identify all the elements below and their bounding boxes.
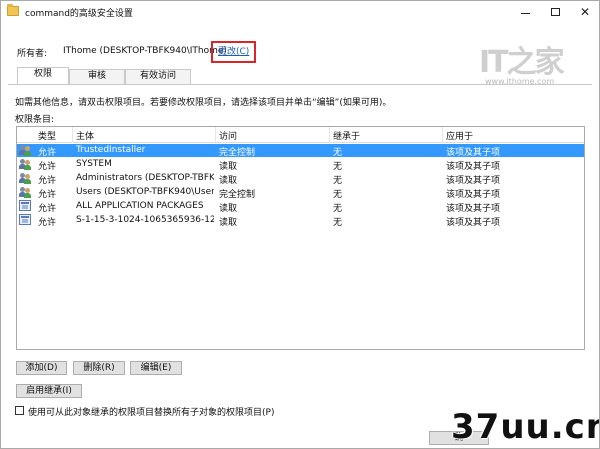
cell-applies-to: 该项及其子项 [446,190,501,200]
column-header-principal[interactable]: 主体 [76,129,94,142]
column-divider[interactable] [329,127,330,143]
table-row[interactable]: 允许 SYSTEM 读取 无 该项及其子项 [17,158,584,172]
minimize-icon [520,12,530,14]
cell-principal: Users (DESKTOP-TBFK940\Users) [76,187,214,197]
window-title: command的高级安全设置 [25,9,133,19]
folder-icon [7,4,19,16]
cell-type: 允许 [38,190,57,200]
cell-principal: TrustedInstaller [76,145,146,155]
table-row[interactable]: 允许 S-1-15-3-1024-1065365936-128... 读取 无 … [17,214,584,228]
close-icon: ✕ [579,5,591,19]
cell-access: 读取 [219,218,238,228]
cell-principal: SYSTEM [76,159,112,169]
column-divider[interactable] [72,127,73,143]
cell-principal: S-1-15-3-1024-1065365936-128... [76,215,214,225]
cell-access: 读取 [219,204,238,214]
tab-auditing[interactable]: 审核 [69,69,125,84]
cell-type: 允许 [38,218,57,228]
enable-inheritance-button[interactable]: 启用继承(I) [16,384,82,398]
list-header: 类型 主体 访问 继承于 应用于 [17,127,584,143]
column-divider[interactable] [442,127,443,143]
cell-applies-to: 该项及其子项 [446,148,501,158]
close-button[interactable]: ✕ [569,1,599,23]
cell-type: 允许 [38,176,57,186]
cell-access: 读取 [219,176,238,186]
tab-effective-access[interactable]: 有效访问 [125,69,191,84]
table-row[interactable]: 允许 TrustedInstaller 完全控制 无 该项及其子项 [17,144,584,158]
cell-applies-to: 该项及其子项 [446,176,501,186]
users-icon [19,144,32,156]
cell-type: 允许 [38,162,57,172]
permission-entries-list[interactable]: 类型 主体 访问 继承于 应用于 允许 TrustedInstaller 完全控… [16,126,585,350]
cell-applies-to: 该项及其子项 [446,218,501,228]
cell-access: 完全控制 [219,190,256,200]
cell-inherited-from: 无 [333,148,343,158]
package-icon [19,200,32,212]
cell-principal: ALL APPLICATION PACKAGES [76,201,204,211]
cell-principal: Administrators (DESKTOP-TBFK9... [76,173,214,183]
cell-inherited-from: 无 [333,218,343,228]
owner-label: 所有者: [17,49,48,59]
security-settings-window: command的高级安全设置 ✕ 所有者: IThome (DESKTOP-TB… [0,0,600,449]
change-owner-link[interactable]: 更改(C) [211,41,257,63]
column-header-inherited-from[interactable]: 继承于 [333,129,360,142]
tab-permissions[interactable]: 权限 [17,67,69,84]
cell-inherited-from: 无 [333,162,343,172]
title-bar[interactable]: command的高级安全设置 ✕ [1,1,599,23]
maximize-button[interactable] [539,1,571,23]
column-header-applies-to[interactable]: 应用于 [446,129,473,142]
cell-inherited-from: 无 [333,190,343,200]
minimize-button[interactable] [509,1,541,23]
column-header-access[interactable]: 访问 [219,129,237,142]
site-watermark: 37uu.cn [451,407,600,447]
table-row[interactable]: 允许 Users (DESKTOP-TBFK940\Users) 完全控制 无 … [17,186,584,200]
users-icon [19,186,32,198]
owner-value: IThome (DESKTOP-TBFK940\IThome) [63,46,227,56]
permission-entries-label: 权限条目: [15,115,55,125]
edit-button[interactable]: 编辑(E) [130,361,182,375]
cell-inherited-from: 无 [333,204,343,214]
ithome-url: www.ithome.com [485,77,555,86]
cell-access: 完全控制 [219,148,256,158]
cell-applies-to: 该项及其子项 [446,204,501,214]
cell-type: 允许 [38,204,57,214]
add-button[interactable]: 添加(D) [16,361,67,375]
remove-button[interactable]: 删除(R) [73,361,125,375]
cell-type: 允许 [38,148,57,158]
cell-applies-to: 该项及其子项 [446,162,501,172]
replace-child-permissions-label[interactable]: 使用可从此对象继承的权限项目替换所有子对象的权限项目(P) [28,405,274,418]
column-header-type[interactable]: 类型 [38,129,56,142]
ithome-logo: IT之家 [479,45,565,80]
help-text: 如需其他信息，请双击权限项目。若要修改权限项目，请选择该项目并单击“编辑”(如果… [15,98,392,108]
column-divider[interactable] [215,127,216,143]
table-row[interactable]: 允许 ALL APPLICATION PACKAGES 读取 无 该项及其子项 [17,200,584,214]
cell-access: 读取 [219,162,238,172]
users-icon [19,172,32,184]
table-row[interactable]: 允许 Administrators (DESKTOP-TBFK9... 读取 无… [17,172,584,186]
users-icon [19,158,32,170]
replace-child-permissions-checkbox[interactable] [15,406,24,415]
maximize-icon [550,8,560,16]
ithome-watermark: IT之家 www.ithome.com [479,37,589,97]
package-icon [19,214,32,226]
cell-inherited-from: 无 [333,176,343,186]
